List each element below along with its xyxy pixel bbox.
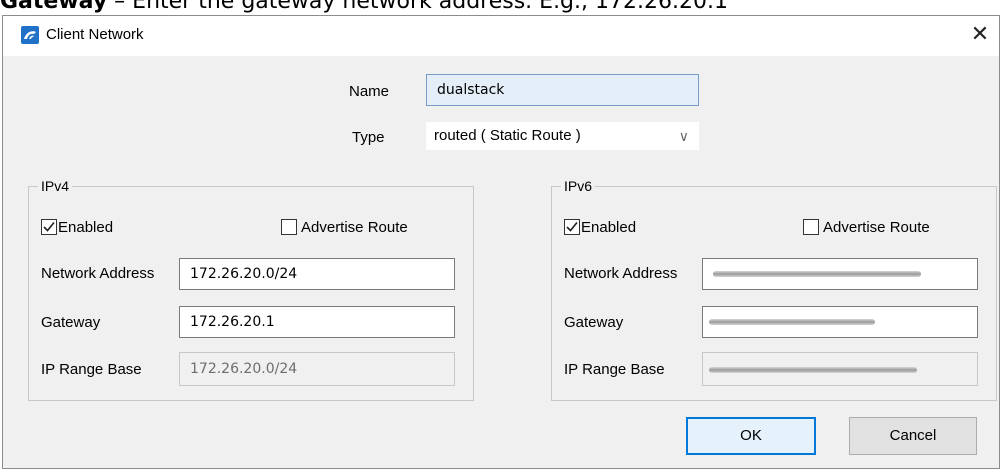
name-field[interactable]: dualstack <box>426 74 699 106</box>
ipv6-enabled-label: Enabled <box>581 219 637 236</box>
ipv6-gateway-field[interactable] <box>702 306 978 338</box>
redacted-blur <box>709 367 917 373</box>
app-icon <box>21 26 39 44</box>
type-select[interactable]: routed ( Static Route ) ∨ <box>426 122 699 150</box>
ipv4-range-field: 172.26.20.0/24 <box>179 352 455 386</box>
window-title: Client Network <box>46 26 144 43</box>
checkmark-icon <box>43 221 55 232</box>
ipv6-gateway-label: Gateway <box>564 314 624 331</box>
ipv6-advertise-label: Advertise Route <box>823 219 930 236</box>
ipv6-range-label: IP Range Base <box>564 361 665 378</box>
ipv6-group-title: IPv6 <box>561 178 596 194</box>
ipv6-network-field[interactable] <box>702 258 978 290</box>
document-caption: Gateway – Enter the gateway network addr… <box>0 0 1002 16</box>
ipv4-gateway-label: Gateway <box>41 314 101 331</box>
ipv4-enabled-label: Enabled <box>58 219 114 236</box>
close-icon[interactable]: ✕ <box>961 16 999 56</box>
ipv6-enabled-checkbox[interactable] <box>564 219 580 235</box>
ipv4-network-label: Network Address <box>41 265 155 282</box>
chevron-down-icon: ∨ <box>678 128 689 144</box>
caption-bold: Gateway <box>0 0 108 14</box>
cancel-button[interactable]: Cancel <box>849 417 977 455</box>
ipv4-network-field[interactable]: 172.26.20.0/24 <box>179 258 455 290</box>
checkmark-icon <box>566 221 578 232</box>
ipv6-advertise-checkbox[interactable] <box>803 219 819 235</box>
type-select-value: routed ( Static Route ) <box>434 127 581 144</box>
ipv4-gateway-field[interactable]: 172.26.20.1 <box>179 306 455 338</box>
ipv4-group-title: IPv4 <box>38 178 73 194</box>
ipv4-advertise-checkbox[interactable] <box>281 219 297 235</box>
type-label: Type <box>352 129 385 146</box>
ipv4-advertise-label: Advertise Route <box>301 219 408 236</box>
client-network-dialog: Client Network ✕ Name dualstack Type rou… <box>2 15 1000 469</box>
title-bar: Client Network ✕ <box>3 16 999 56</box>
name-label: Name <box>349 83 390 100</box>
caption-text: – Enter the gateway network address. E.g… <box>107 0 728 14</box>
ipv4-range-label: IP Range Base <box>41 361 142 378</box>
ok-button[interactable]: OK <box>686 417 816 455</box>
ipv6-range-field <box>702 352 978 386</box>
ipv4-enabled-checkbox[interactable] <box>41 219 57 235</box>
redacted-blur <box>713 271 921 277</box>
redacted-blur <box>709 319 875 325</box>
ipv6-network-label: Network Address <box>564 265 678 282</box>
